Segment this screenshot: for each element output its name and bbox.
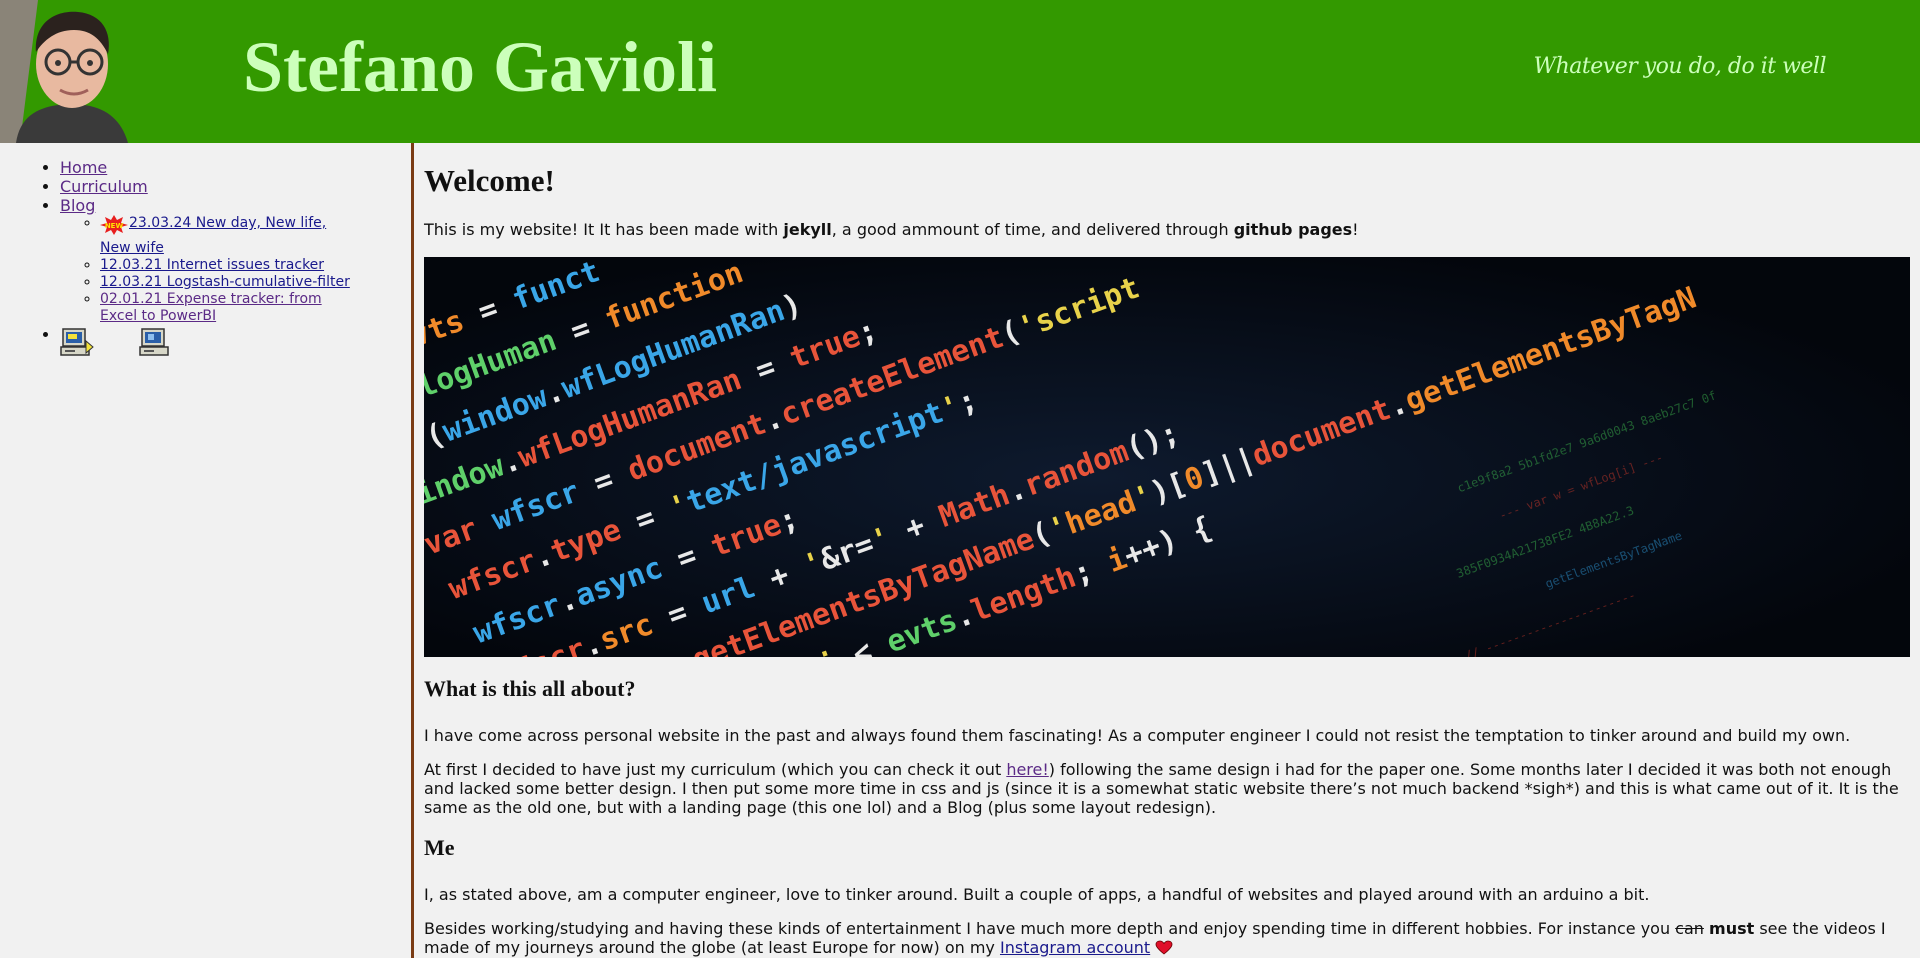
nav-link-blog[interactable]: Blog [60,196,95,215]
nav-item-blog: Blog NEW 23.03.24 New day, New life, New… [60,196,350,325]
struck-word: can [1675,919,1704,938]
sidebar-divider [411,143,414,958]
instagram-link[interactable]: Instagram account [1000,938,1150,957]
heart-icon [1155,938,1173,957]
hobbies-text: Besides working/studying and having thes… [424,919,1676,938]
me-paragraph: I, as stated above, am a computer engine… [424,885,1650,904]
intro-text: ! [1352,220,1359,239]
history-paragraph: At first I decided to have just my curri… [424,760,1910,817]
blog-post-list: NEW 23.03.24 New day, New life, New wife… [60,215,350,325]
curriculum-here-link[interactable]: here! [1006,760,1048,779]
sidebar-nav: Home Curriculum Blog NEW 23.03.24 New da… [60,158,350,365]
intro-bold-jekyll: jekyll [783,220,832,239]
avatar [0,0,143,143]
hobbies-paragraph: Besides working/studying and having thes… [424,919,1910,957]
intro-paragraph: This is my website! It It has been made … [424,220,1359,239]
page-title: Welcome! [424,163,555,198]
intro-bold-github-pages: github pages [1233,220,1353,239]
code-banner-image: var evts = functvar logHuman = functioni… [424,257,1910,657]
blog-post-link[interactable]: 23.03.24 New day, New life, New wife [100,215,326,256]
blog-post-link[interactable]: 12.03.21 Logstash-cumulative-filter [100,274,350,290]
nav-item-icons [60,325,350,365]
nav-item-curriculum: Curriculum [60,177,350,196]
main-content: Welcome! This is my website! It It has b… [424,143,1910,958]
site-title: Stefano Gavioli [243,27,718,107]
blog-post-item: NEW 23.03.24 New day, New life, New wife [100,215,350,257]
section-heading-me: Me [424,835,455,860]
new-badge-icon: NEW [100,215,128,240]
bold-must: must [1709,919,1755,938]
blog-post-item: 12.03.21 Internet issues tracker [100,257,350,274]
nav-link-home[interactable]: Home [60,158,107,177]
history-text: At first I decided to have just my curri… [424,760,1007,779]
nav-item-home: Home [60,158,350,177]
intro-text: , a good ammount of time, and delivered … [831,220,1234,239]
blog-post-item: 12.03.21 Logstash-cumulative-filter [100,274,350,291]
section-heading-about: What is this all about? [424,676,636,701]
new-badge-text: NEW [105,222,124,230]
computer-icon[interactable] [137,327,171,363]
code-banner-svg: var evts = functvar logHuman = functioni… [424,257,1910,657]
about-paragraph: I have come across personal website in t… [424,726,1851,745]
intro-text: This is my website! It It has been made … [424,220,784,239]
blog-post-item: 02.01.21 Expense tracker: from Excel to … [100,291,350,325]
site-motto: Whatever you do, do it well [1533,54,1827,79]
site-header: Stefano Gavioli Whatever you do, do it w… [0,0,1920,143]
computer-icon[interactable] [60,327,94,363]
blog-post-link[interactable]: 12.03.21 Internet issues tracker [100,257,324,273]
nav-link-curriculum[interactable]: Curriculum [60,177,148,196]
blog-post-link[interactable]: 02.01.21 Expense tracker: from Excel to … [100,291,322,324]
